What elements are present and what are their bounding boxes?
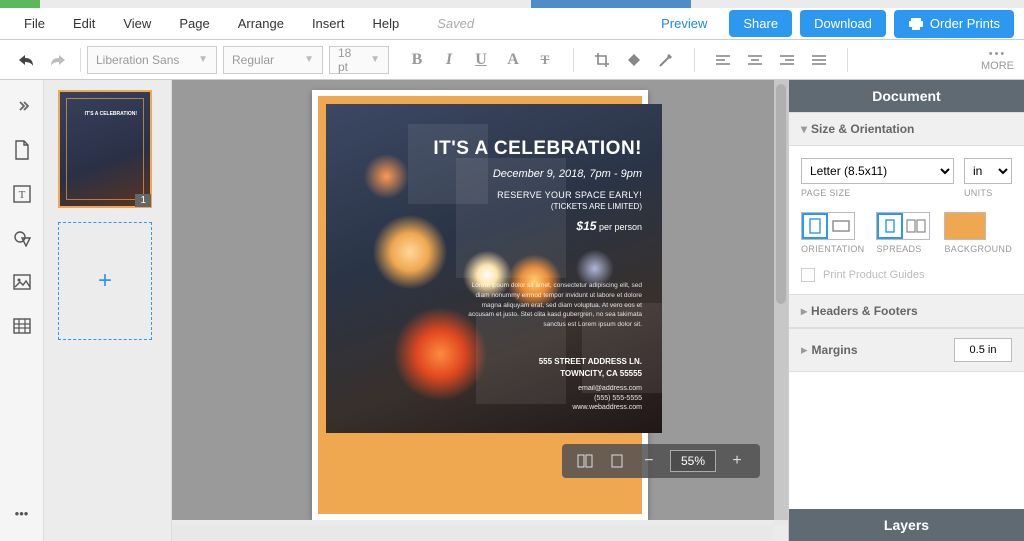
- menubar: File Edit View Page Arrange Insert Help …: [0, 8, 1024, 40]
- flyer-tickets[interactable]: (TICKETS ARE LIMITED): [346, 202, 642, 211]
- background-swatch[interactable]: [944, 212, 986, 240]
- page-thumb-1[interactable]: IT'S A CELEBRATION! 1: [58, 90, 152, 208]
- svg-text:T: T: [18, 189, 25, 201]
- layers-panel-header[interactable]: Layers: [789, 509, 1024, 541]
- spreads-facing[interactable]: [903, 213, 929, 239]
- align-left-button[interactable]: [709, 46, 737, 74]
- orientation-label: ORIENTATION: [801, 244, 864, 254]
- order-prints-label: Order Prints: [930, 16, 1000, 31]
- preview-link[interactable]: Preview: [647, 16, 721, 31]
- page-tool-icon[interactable]: [4, 132, 40, 168]
- shape-tool-icon[interactable]: [4, 220, 40, 256]
- units-label: UNITS: [964, 188, 1012, 198]
- underline-button[interactable]: U: [467, 46, 495, 74]
- orientation-portrait[interactable]: [802, 213, 828, 239]
- top-accent-bar: [0, 0, 1024, 8]
- page-thumbnails: IT'S A CELEBRATION! 1 +: [44, 80, 172, 541]
- spreads-label: SPREADS: [876, 244, 921, 254]
- stroke-button[interactable]: [652, 46, 680, 74]
- undo-button[interactable]: [12, 46, 40, 74]
- table-tool-icon[interactable]: [4, 308, 40, 344]
- menu-help[interactable]: Help: [358, 16, 413, 31]
- download-button[interactable]: Download: [800, 10, 886, 37]
- headers-footers-header[interactable]: ▸Headers & Footers: [789, 294, 1024, 328]
- page-number-badge: 1: [135, 194, 151, 207]
- align-justify-button[interactable]: [805, 46, 833, 74]
- menu-arrange[interactable]: Arrange: [224, 16, 298, 31]
- page-size-label: PAGE SIZE: [801, 188, 954, 198]
- canvas-vscrollbar[interactable]: [774, 80, 788, 525]
- flyer-contact[interactable]: email@address.com(555) 555-5555www.webad…: [346, 384, 642, 413]
- align-center-button[interactable]: [741, 46, 769, 74]
- canvas[interactable]: IT'S A CELEBRATION! December 9, 2018, 7p…: [172, 80, 788, 520]
- flyer-title[interactable]: IT'S A CELEBRATION!: [346, 138, 642, 160]
- font-family-dropdown[interactable]: Liberation Sans▼: [87, 46, 217, 74]
- flyer-date[interactable]: December 9, 2018, 7pm - 9pm: [346, 168, 642, 180]
- print-icon: [908, 16, 924, 32]
- share-button[interactable]: Share: [729, 10, 792, 37]
- menu-file[interactable]: File: [10, 16, 59, 31]
- print-guides-checkbox[interactable]: Print Product Guides: [801, 268, 1012, 282]
- image-tool-icon[interactable]: [4, 264, 40, 300]
- pages-view-icon[interactable]: [574, 450, 596, 472]
- bold-button[interactable]: B: [403, 46, 431, 74]
- text-color-button[interactable]: A: [499, 46, 527, 74]
- spreads-single[interactable]: [877, 213, 903, 239]
- document-panel-header[interactable]: Document: [789, 80, 1024, 112]
- menu-edit[interactable]: Edit: [59, 16, 109, 31]
- size-orientation-header[interactable]: ▾Size & Orientation: [789, 112, 1024, 146]
- fill-button[interactable]: [620, 46, 648, 74]
- flyer-body[interactable]: Lorem ipsum dolor sit amet, consectetur …: [462, 281, 642, 330]
- zoom-value[interactable]: 55%: [670, 450, 716, 472]
- add-page-button[interactable]: +: [58, 222, 152, 340]
- flyer-price[interactable]: $15 per person: [346, 219, 642, 233]
- align-right-button[interactable]: [773, 46, 801, 74]
- page-size-select[interactable]: Letter (8.5x11): [801, 158, 954, 184]
- redo-button[interactable]: [44, 46, 72, 74]
- flyer-reserve[interactable]: RESERVE YOUR SPACE EARLY!: [346, 190, 642, 200]
- orientation-toggle[interactable]: [801, 212, 855, 240]
- margins-header[interactable]: ▸Margins: [789, 328, 1024, 372]
- canvas-hscrollbar[interactable]: [172, 525, 774, 541]
- toolbar-more[interactable]: ••• MORE: [981, 48, 1014, 72]
- orientation-landscape[interactable]: [828, 213, 854, 239]
- menu-view[interactable]: View: [109, 16, 165, 31]
- collapse-rail-icon[interactable]: [4, 88, 40, 124]
- font-size-dropdown[interactable]: 18 pt▼: [329, 46, 389, 74]
- background-label: BACKGROUND: [944, 244, 1012, 254]
- zoom-out-button[interactable]: −: [638, 450, 660, 472]
- flyer-address[interactable]: 555 STREET ADDRESS LN.TOWNCITY, CA 55555: [346, 356, 642, 380]
- properties-panel: Document ▾Size & Orientation Letter (8.5…: [788, 80, 1024, 541]
- zoom-controls: − 55% +: [562, 444, 760, 478]
- spreads-toggle[interactable]: [876, 212, 930, 240]
- saved-status: Saved: [413, 16, 474, 31]
- zoom-in-button[interactable]: +: [726, 450, 748, 472]
- margins-input[interactable]: [954, 338, 1012, 362]
- menu-insert[interactable]: Insert: [298, 16, 359, 31]
- fit-view-icon[interactable]: [606, 450, 628, 472]
- menu-page[interactable]: Page: [165, 16, 223, 31]
- format-toolbar: Liberation Sans▼ Regular▼ 18 pt▼ B I U A…: [0, 40, 1024, 80]
- order-prints-button[interactable]: Order Prints: [894, 10, 1014, 38]
- clear-format-button[interactable]: T: [531, 46, 559, 74]
- rail-more-icon[interactable]: •••: [4, 495, 40, 531]
- crop-button[interactable]: [588, 46, 616, 74]
- left-rail: T •••: [0, 80, 44, 541]
- italic-button[interactable]: I: [435, 46, 463, 74]
- text-tool-icon[interactable]: T: [4, 176, 40, 212]
- font-weight-dropdown[interactable]: Regular▼: [223, 46, 323, 74]
- units-select[interactable]: in: [964, 158, 1012, 184]
